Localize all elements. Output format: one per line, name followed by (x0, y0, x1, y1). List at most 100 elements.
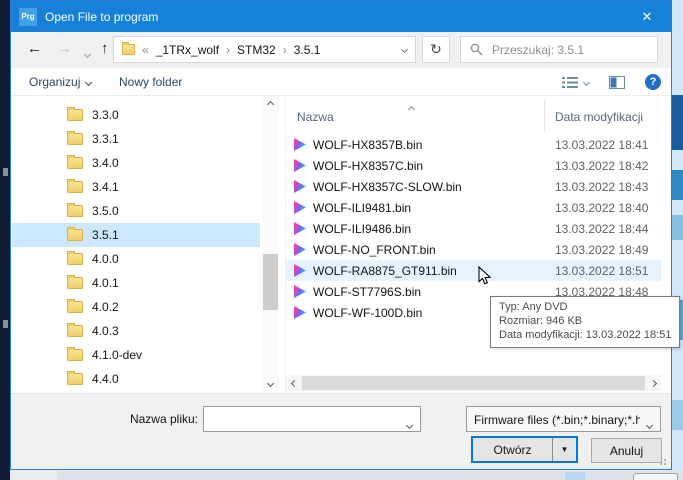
refresh-button[interactable]: ↻ (422, 36, 450, 63)
folder-icon (122, 44, 135, 55)
view-mode-button[interactable] (562, 68, 589, 96)
tree-item-4.1.0-dev[interactable]: 4.1.0-dev (12, 343, 260, 367)
list-horizontal-scrollbar[interactable] (286, 375, 661, 391)
scroll-right-icon[interactable] (645, 375, 661, 391)
folder-icon (67, 205, 83, 217)
tree-item-3.5.0[interactable]: 3.5.0 (12, 199, 260, 223)
folder-icon (67, 157, 83, 169)
folder-icon (67, 373, 83, 385)
scrollbar-thumb[interactable] (302, 376, 645, 390)
file-name: WOLF-ILI9481.bin (313, 201, 411, 215)
file-name-input[interactable] (203, 406, 421, 432)
open-menu-button[interactable]: ▼ (553, 438, 576, 461)
open-button[interactable]: Otwórz (473, 438, 552, 461)
search-input[interactable]: Przeszukaj: 3.5.1 (460, 36, 658, 63)
navigation-bar: ← → ↑ « _1TRx_wolf › STM32 › 3.5.1 ↻ (11, 32, 671, 68)
sort-ascending-icon (409, 101, 414, 115)
background-window-fragment (672, 95, 683, 150)
background-button-fragment (633, 473, 678, 480)
scroll-left-icon[interactable] (286, 375, 302, 391)
search-icon (470, 43, 483, 56)
recent-locations-button[interactable] (85, 46, 90, 60)
file-row[interactable]: WOLF-ILI9481.bin 13.03.2022 18:40 (286, 197, 661, 218)
folder-icon (67, 133, 83, 145)
tree-item-label: 3.3.0 (92, 108, 119, 122)
file-name: WOLF-NO_FRONT.bin (313, 243, 436, 257)
help-button[interactable]: ? (645, 68, 661, 96)
tree-item-4.0.1[interactable]: 4.0.1 (12, 271, 260, 295)
bin-file-icon (294, 138, 306, 151)
folder-icon (67, 325, 83, 337)
scrollbar-thumb[interactable] (263, 254, 278, 310)
tree-item-3.3.1[interactable]: 3.3.1 (12, 127, 260, 151)
tooltip-line: Rozmiar: 946 KB (499, 314, 671, 328)
file-row[interactable]: WOLF-ILI9486.bin13.03.2022 18:44 (286, 218, 661, 239)
file-type-value: Firmware files (*.bin;*.binary;*.h (474, 413, 640, 427)
tree-item-label: 4.0.0 (92, 252, 119, 266)
command-toolbar: Organizuj Nowy folder (11, 68, 671, 96)
column-header-date[interactable]: Data modyfikacji (555, 110, 643, 124)
file-row[interactable]: WOLF-RA8875_GT911.bin13.03.2022 18:51 (286, 260, 661, 281)
forward-button[interactable]: → (57, 39, 72, 59)
tree-item-label: 3.4.0 (92, 156, 119, 170)
tree-item-4.0.0[interactable]: 4.0.0 (12, 247, 260, 271)
tree-scrollbar[interactable] (262, 96, 279, 391)
file-date: 13.03.2022 18:44 (555, 222, 648, 236)
mouse-cursor (478, 266, 492, 289)
scroll-down-icon[interactable] (262, 375, 279, 391)
file-date: 13.03.2022 18:43 (555, 180, 648, 194)
file-type-select[interactable]: Firmware files (*.bin;*.binary;*.h (466, 406, 661, 432)
tree-item-3.4.1[interactable]: 3.4.1 (12, 175, 260, 199)
breadcrumb-collapse[interactable]: « (142, 43, 149, 57)
tree-item-4.0.2[interactable]: 4.0.2 (12, 295, 260, 319)
chevron-down-icon[interactable] (647, 417, 652, 431)
breadcrumb-separator: › (283, 43, 287, 57)
scroll-up-icon[interactable] (262, 96, 279, 112)
file-row[interactable]: WOLF-HX8357C-SLOW.bin 13.03.2022 18:43 (286, 176, 661, 197)
file-date: 13.03.2022 18:42 (555, 159, 648, 173)
file-row[interactable]: WOLF-HX8357C.bin13.03.2022 18:42 (286, 155, 661, 176)
organize-button[interactable]: Organizuj (29, 68, 91, 96)
tree-item-4.0.3[interactable]: 4.0.3 (12, 319, 260, 343)
tree-item-3.4.0[interactable]: 3.4.0 (12, 151, 260, 175)
tree-item-3.3.0[interactable]: 3.3.0 (12, 103, 260, 127)
file-date: 13.03.2022 18:40 (555, 201, 648, 215)
tree-item-3.5.1[interactable]: 3.5.1 (12, 223, 260, 247)
file-row[interactable]: WOLF-HX8357B.bin13.03.2022 18:41 (286, 134, 661, 155)
bin-file-icon (294, 306, 306, 319)
breadcrumb-segment[interactable]: 3.5.1 (294, 43, 321, 57)
file-row[interactable]: WOLF-NO_FRONT.bin13.03.2022 18:49 (286, 239, 661, 260)
tree-item-label: 3.3.1 (92, 132, 119, 146)
title-bar: Prg Open File to program ✕ (11, 1, 671, 32)
chevron-down-icon[interactable] (407, 417, 412, 431)
resize-grip[interactable] (656, 455, 666, 465)
tooltip-line: Data modyfikacji: 13.03.2022 18:51 (499, 328, 671, 342)
file-date: 13.03.2022 18:51 (555, 264, 648, 278)
cancel-button[interactable]: Anuluj (591, 438, 662, 463)
address-dropdown-icon[interactable] (401, 46, 408, 53)
column-divider[interactable] (544, 99, 545, 131)
tree-item-label: 4.4.0 (92, 372, 119, 386)
address-bar[interactable]: « _1TRx_wolf › STM32 › 3.5.1 (113, 36, 416, 63)
folder-icon (67, 349, 83, 361)
folder-icon (67, 181, 83, 193)
file-name: WOLF-HX8357C-SLOW.bin (313, 180, 462, 194)
background-window-fragment (672, 400, 683, 430)
up-button[interactable]: ↑ (101, 39, 109, 59)
open-split-button[interactable]: Otwórz ▼ (471, 436, 578, 463)
new-folder-button[interactable]: Nowy folder (119, 68, 182, 96)
back-button[interactable]: ← (27, 39, 42, 59)
column-header-name[interactable]: Nazwa (297, 110, 334, 124)
breadcrumb-segment[interactable]: STM32 (237, 43, 276, 57)
breadcrumb-segment[interactable]: _1TRx_wolf (156, 43, 219, 57)
tree-item-4.4.0[interactable]: 4.4.0 (12, 367, 260, 391)
preview-pane-button[interactable] (609, 68, 625, 96)
file-name: WOLF-WF-100D.bin (313, 306, 422, 320)
close-button[interactable]: ✕ (631, 4, 663, 30)
bin-file-icon (294, 222, 306, 235)
tooltip-line: Typ: Any DVD (499, 300, 671, 314)
chevron-down-icon (85, 78, 92, 85)
file-date: 13.03.2022 18:41 (555, 138, 648, 152)
tree-item-label: 4.0.2 (92, 300, 119, 314)
dialog-footer: Nazwa pliku: Firmware files (*.bin;*.bin… (11, 393, 671, 469)
